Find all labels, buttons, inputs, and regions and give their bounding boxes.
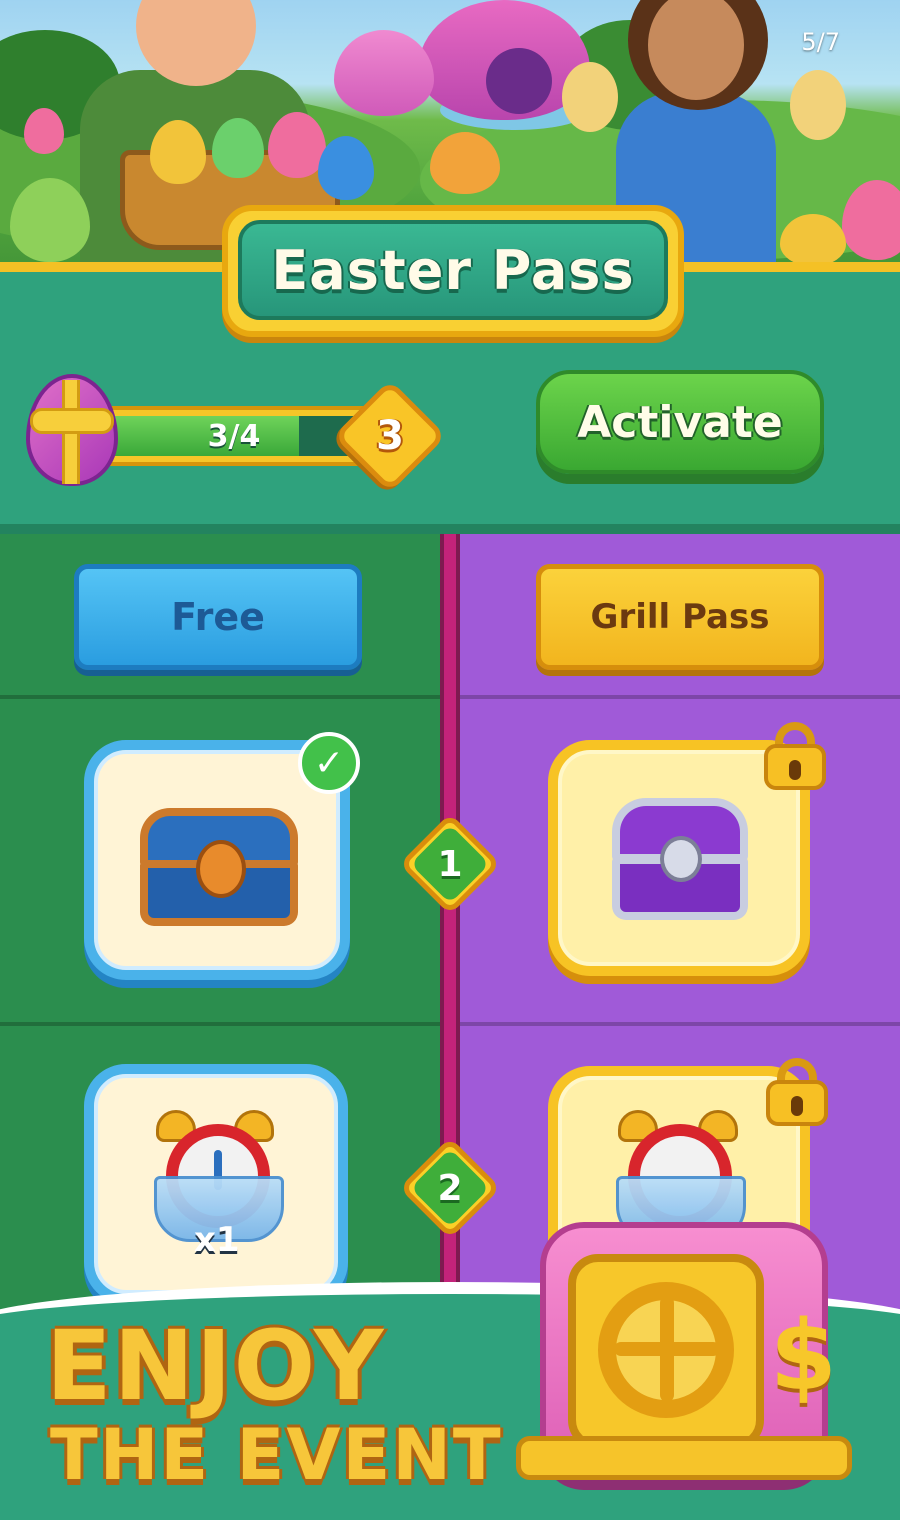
free-track-header: Free [74,564,362,670]
row-divider [460,695,900,699]
purple-chest-lock-plate [660,836,702,882]
chest-lock-plate [196,840,246,898]
bunny-cookie-icon [562,62,618,132]
grill-pass-label: Grill Pass [590,597,770,637]
safe-wheel-spoke [614,1342,720,1356]
easter-egg-icon [780,214,846,266]
easter-egg-icon [24,108,64,154]
lock-icon [764,722,826,790]
easter-egg-icon [430,132,500,194]
level-number: 3 [376,413,404,459]
easter-egg-icon [212,118,264,178]
egg-house-door [486,48,552,114]
bunny-cookie-icon [790,70,846,140]
reward-quantity: x1 [194,1220,240,1260]
activate-button-label: Activate [577,396,783,448]
step-number: 2 [437,1167,463,1209]
free-track-label: Free [171,595,265,639]
title-panel: Easter Pass [238,220,668,320]
lock-icon [766,1058,828,1126]
egg-bow [30,408,114,434]
step-marker-2: 2 [399,1137,501,1239]
dollar-sign-icon: $ [770,1300,837,1412]
safe-base [516,1436,852,1480]
row-divider [0,695,440,699]
claimed-check-icon: ✓ [298,732,360,794]
easter-egg-icon [334,30,434,116]
grill-pass-header: Grill Pass [536,564,824,670]
page-counter: 5/7 [801,28,840,56]
activate-button[interactable]: Activate [536,370,824,474]
row-divider [0,1022,440,1026]
step-number: 1 [437,843,463,885]
progress-label: 3/4 [207,418,261,454]
promo-headline: ENJOY [46,1310,386,1422]
row-divider [460,1022,900,1026]
page-title: Easter Pass [271,238,635,302]
promo-subheadline: THE EVENT [50,1414,503,1496]
step-marker-1: 1 [399,813,501,915]
